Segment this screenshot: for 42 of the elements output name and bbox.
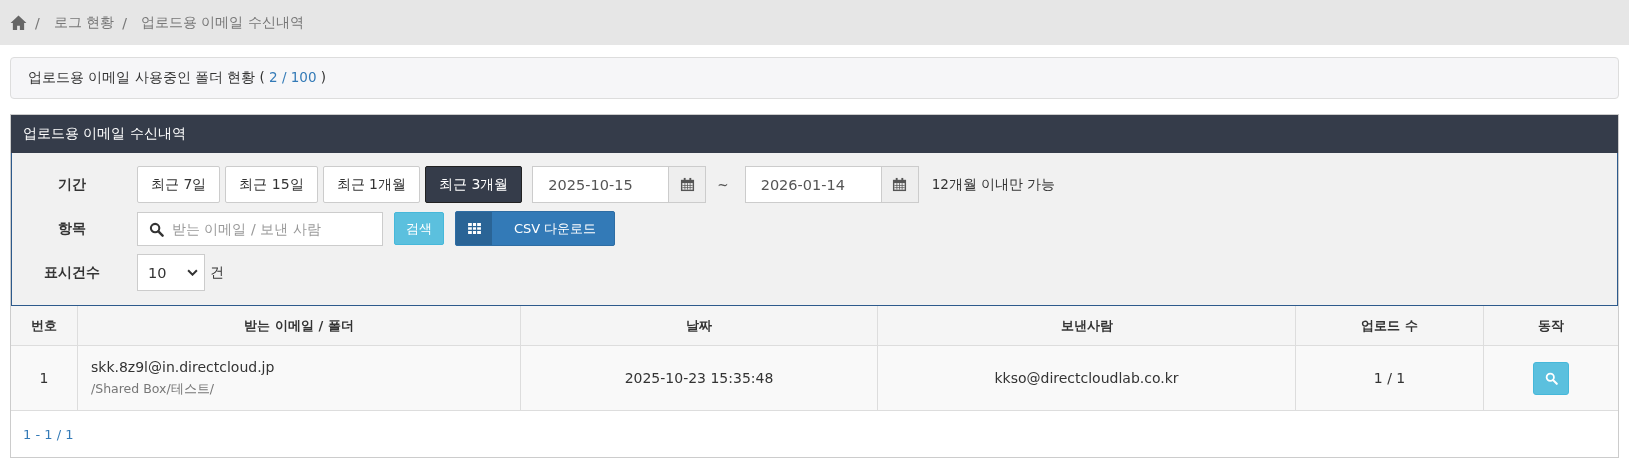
breadcrumb-item[interactable]: 로그 현황 — [53, 13, 115, 32]
email-text: skk.8z9l@in.directcloud.jp — [91, 358, 276, 375]
chevron-icon — [187, 269, 198, 276]
breadcrumb-separator: / — [35, 14, 40, 31]
csv-download-button[interactable]: CSV 다운로드 — [455, 211, 616, 246]
table-cell: 2025-10-23 15:35:48 — [520, 345, 878, 411]
calendar-icon — [892, 177, 908, 192]
column-header: 업로드 수 — [1295, 306, 1484, 346]
column-header: 받는 이메일 / 폴더 — [77, 306, 521, 346]
folder-usage-text: 업로드용 이메일 사용중인 폴더 현황 ( 2 / 100 ) — [28, 69, 327, 87]
page-size-select[interactable]: 10 — [137, 254, 205, 291]
date-field[interactable]: 2025-10-15 — [532, 166, 670, 203]
filter-label: 표시건수 — [43, 263, 101, 282]
date-field[interactable]: 2026-01-14 — [744, 166, 882, 203]
column-header: 날짜 — [520, 306, 878, 346]
unit-label: 건 — [210, 263, 224, 282]
search-icon — [1544, 371, 1558, 385]
column-header: 보낸사람 — [877, 306, 1296, 346]
period-button[interactable]: 최근 7일 — [137, 166, 221, 203]
tilde-separator: ~ — [717, 176, 729, 193]
panel-title: 업로드용 이메일 수신내역 — [23, 125, 186, 143]
folder-path: /Shared Box/테스트/ — [91, 380, 215, 398]
date-range-note: 12개월 이내만 가능 — [931, 175, 1056, 194]
period-button[interactable]: 최근 3개월 — [425, 166, 523, 203]
breadcrumb-separator: / — [122, 14, 127, 31]
table-cell: kkso@directcloudlab.co.kr — [877, 345, 1296, 411]
table-icon — [467, 223, 481, 234]
filter-label: 항목 — [57, 219, 87, 238]
breadcrumb-item: 업로드용 이메일 수신내역 — [140, 13, 304, 32]
search-field[interactable]: 받는 이메일 / 보낸 사람 — [137, 211, 383, 246]
period-button[interactable]: 최근 15일 — [225, 166, 318, 203]
column-header: 번호 — [11, 306, 78, 346]
calendar-icon — [679, 177, 695, 192]
table-cell: 1 / 1 — [1295, 345, 1484, 411]
pagination-info: 1 - 1 / 1 — [23, 426, 74, 442]
column-header: 동작 — [1483, 306, 1618, 346]
table-cell: 1 — [11, 345, 78, 411]
period-button[interactable]: 최근 1개월 — [322, 166, 420, 203]
calendar-button[interactable] — [881, 166, 919, 203]
filter-label: 기간 — [57, 175, 87, 194]
calendar-button[interactable] — [669, 166, 707, 203]
home-icon — [10, 15, 27, 30]
